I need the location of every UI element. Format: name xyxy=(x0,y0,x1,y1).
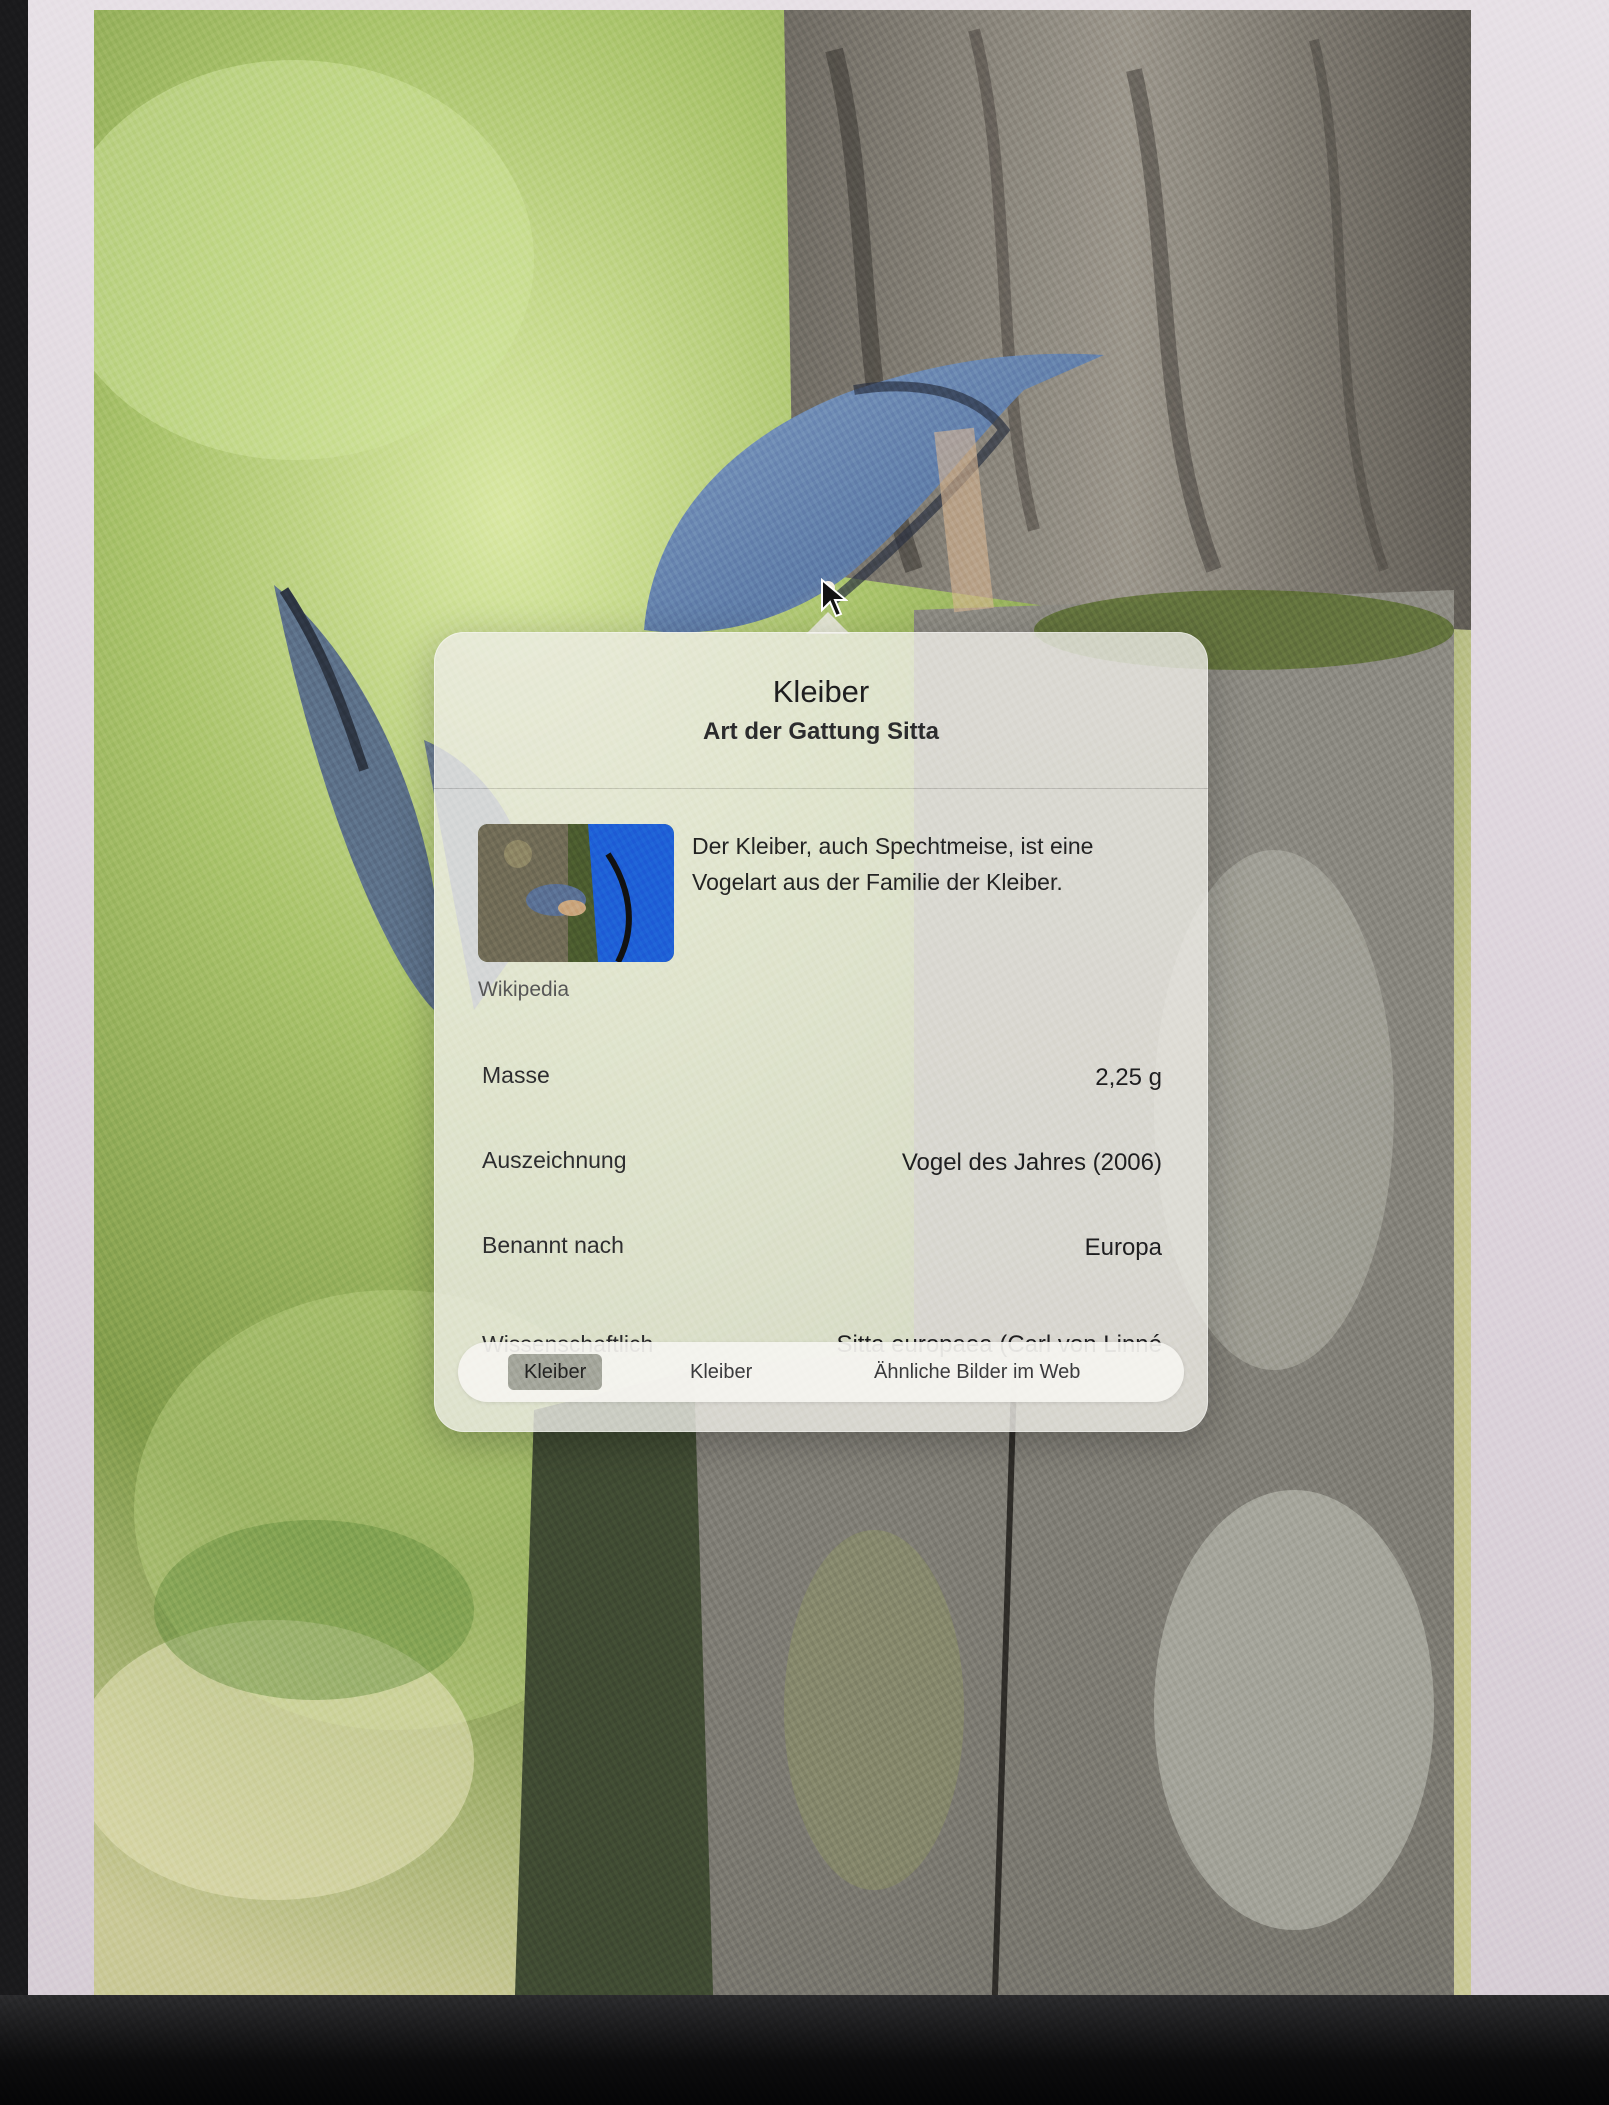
arrow-pointer-icon xyxy=(820,577,849,623)
fact-row: Masse 2,25 g xyxy=(482,1062,1162,1147)
visual-lookup-popover: Kleiber Art der Gattung Sitta Der Kleibe… xyxy=(434,632,1208,1432)
tab-kleiber-primary[interactable]: Kleiber xyxy=(508,1354,603,1390)
fact-row: Benannt nach Europa xyxy=(482,1232,1162,1317)
divider xyxy=(434,788,1208,789)
fact-value: 2,25 g xyxy=(1095,1064,1162,1091)
tab-kleiber-secondary[interactable]: Kleiber xyxy=(674,1354,768,1390)
tab-similar-images[interactable]: Ähnliche Bilder im Web xyxy=(858,1354,1096,1390)
photo-of-screen: Kleiber Art der Gattung Sitta Der Kleibe… xyxy=(0,0,1609,2105)
source-label[interactable]: Wikipedia xyxy=(478,978,569,1002)
wikipedia-thumbnail[interactable] xyxy=(478,824,674,962)
thumbnail-image xyxy=(478,824,674,962)
fact-label: Masse xyxy=(482,1062,550,1088)
popover-title: Kleiber xyxy=(772,674,870,709)
fact-label: Benannt nach xyxy=(482,1232,624,1258)
popover-subtitle: Art der Gattung Sitta xyxy=(702,718,939,745)
fact-value: Vogel des Jahres (2006) xyxy=(901,1149,1162,1176)
lookup-tabbar: Kleiber Kleiber Ähnliche Bilder im Web xyxy=(458,1342,1184,1402)
cursor-svg xyxy=(821,577,849,618)
fact-row: Auszeichnung Vogel des Jahres (2006) xyxy=(482,1147,1162,1232)
fact-label: Auszeichnung xyxy=(482,1147,627,1173)
facts-list: Masse 2,25 g Auszeichnung Vogel des Jahr… xyxy=(482,1062,1162,1357)
monitor-bezel xyxy=(0,1995,1609,2105)
summary-text: Der Kleiber, auch Spechtmeise, ist eine … xyxy=(692,833,1094,895)
fact-value: Europa xyxy=(1084,1234,1162,1261)
